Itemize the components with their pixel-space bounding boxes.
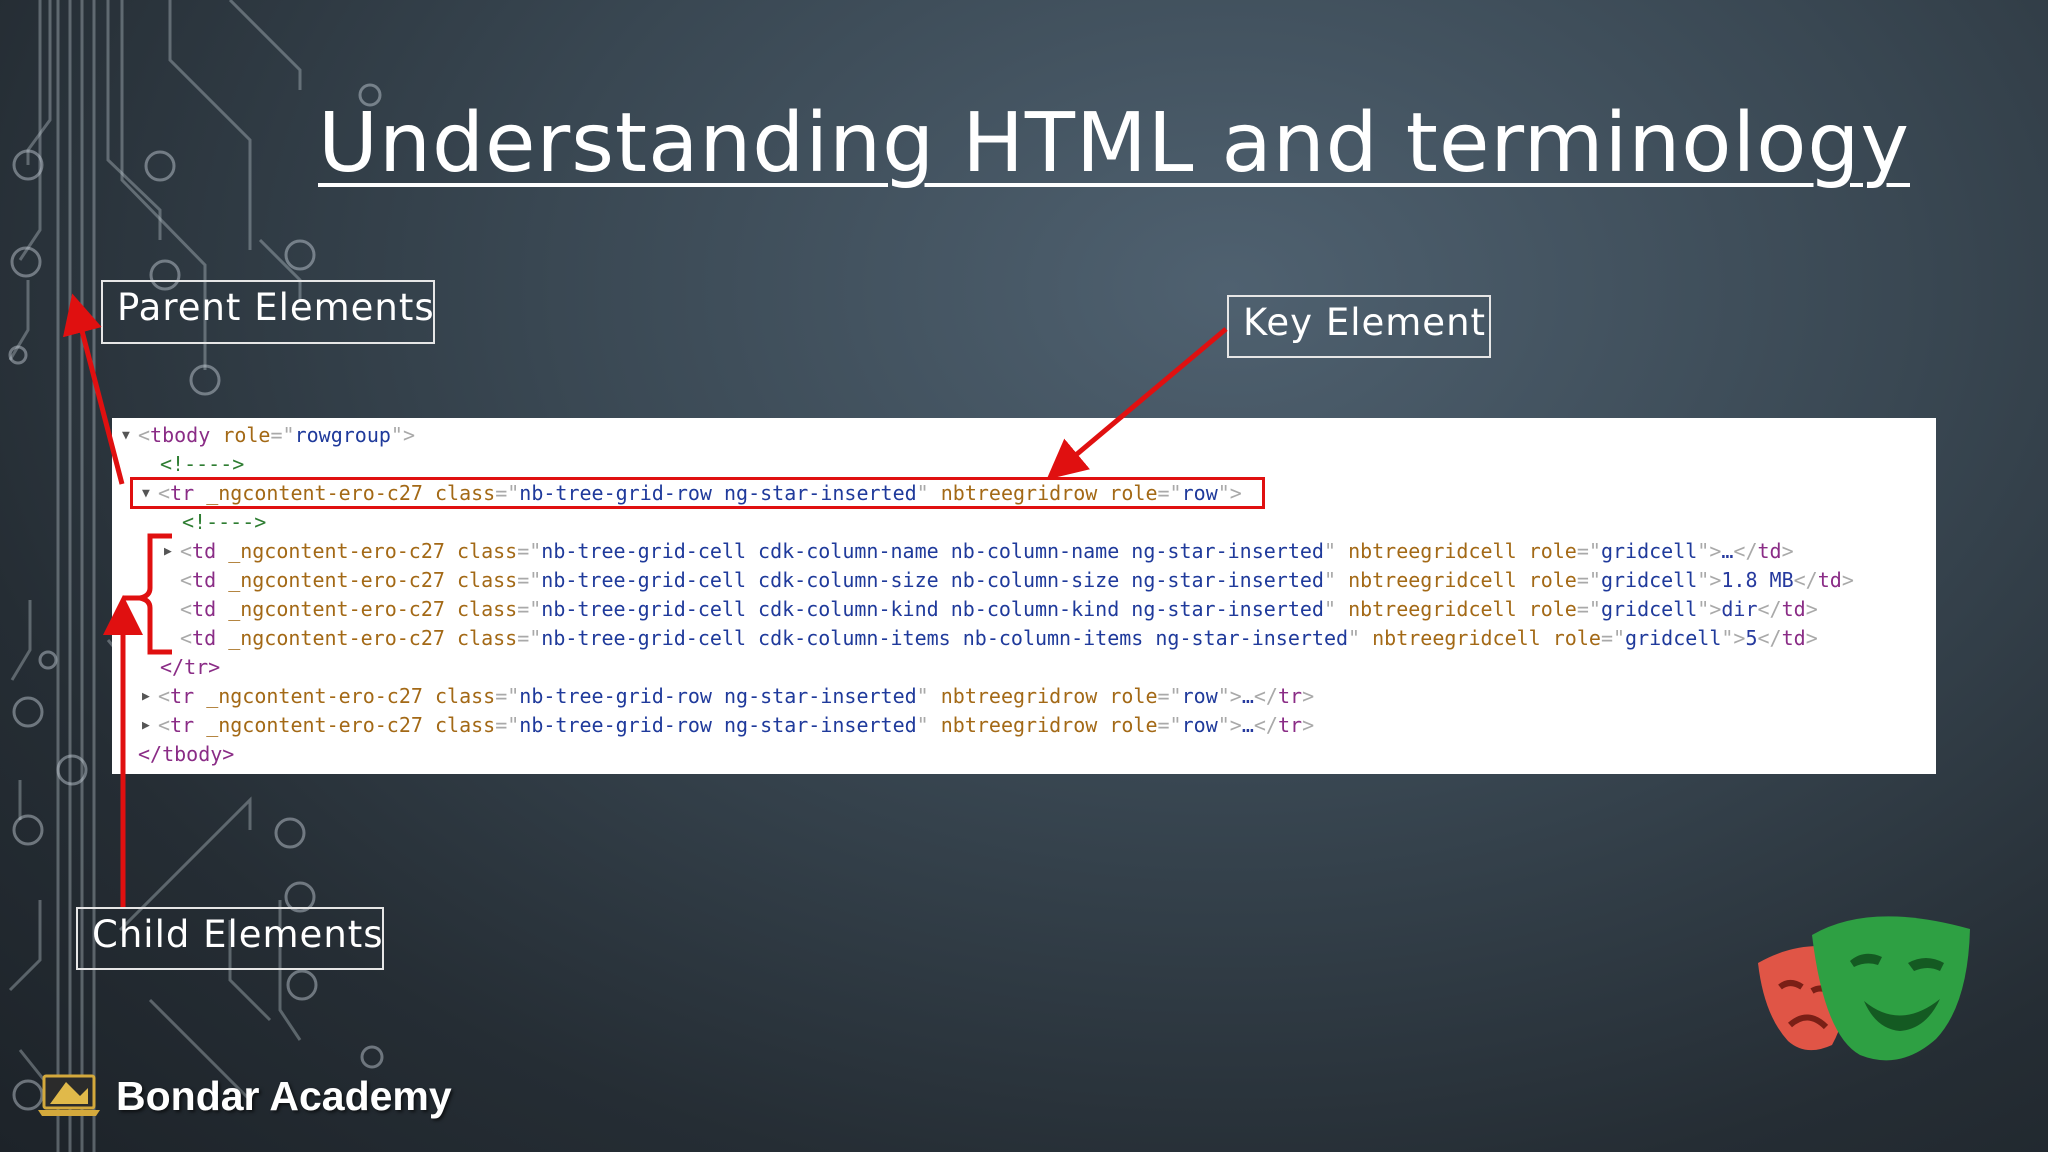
attr-name: nbtreegridcell (1372, 626, 1541, 650)
cell-content: 1.8 MB (1721, 568, 1794, 592)
attr-name: _ngcontent-ero-c27 (206, 684, 423, 708)
key-element-callout: Key Element (1227, 295, 1491, 358)
parent-elements-callout: Parent Elements (101, 280, 435, 344)
code-line-comment: <!----> (182, 510, 267, 534)
attr-name: nbtreegridcell (1348, 539, 1517, 563)
child-elements-callout: Child Elements (76, 907, 384, 970)
code-line-tr-collapsed: ▶ <tr _ngcontent-ero-c27 class="nb-tree-g… (142, 682, 1314, 711)
slide-title: Understanding HTML and terminology (318, 96, 1910, 191)
brand-logo: Bondar Academy (36, 1068, 452, 1124)
attr-value: nb-tree-grid-cell cdk-column-size nb-col… (541, 568, 1324, 592)
cell-content: dir (1721, 597, 1758, 621)
attr-name: role (1109, 713, 1158, 737)
expand-triangle-icon[interactable]: ▼ (122, 421, 130, 450)
code-line-td-size: <td _ngcontent-ero-c27 class="nb-tree-gr… (180, 568, 1854, 592)
attr-name: _ngcontent-ero-c27 (228, 568, 445, 592)
attr-value: nb-tree-grid-cell cdk-column-kind nb-col… (541, 597, 1324, 621)
attr-name: class (434, 684, 496, 708)
tag-name: tbody (150, 423, 211, 447)
attr-name: class (456, 626, 518, 650)
code-line-tr-collapsed: ▶ <tr _ngcontent-ero-c27 class="nb-tree-g… (142, 711, 1314, 740)
attr-name: _ngcontent-ero-c27 (228, 597, 445, 621)
brand-name: Bondar Academy (116, 1072, 452, 1119)
attr-value: gridcell (1625, 626, 1722, 650)
attr-value: row (1181, 684, 1218, 708)
attr-name: _ngcontent-ero-c27 (206, 713, 423, 737)
attr-name: _ngcontent-ero-c27 (228, 626, 445, 650)
attr-name: class (456, 597, 518, 621)
attr-value: gridcell (1600, 568, 1698, 592)
code-line-tbody-open: ▼ <tbody role="rowgroup"> (122, 421, 415, 450)
green-mask-icon (1812, 916, 1970, 1061)
attr-name: class (456, 539, 518, 563)
theater-masks-logo-icon (1758, 916, 1970, 1061)
laptop-icon (38, 1074, 100, 1116)
attr-name: class (434, 713, 496, 737)
attr-name: role (1528, 539, 1577, 563)
attr-name: role (1528, 597, 1577, 621)
attr-name: class (456, 568, 518, 592)
attr-name: nbtreegridrow (940, 684, 1098, 708)
code-line-td-name: ▶ <td _ngcontent-ero-c27 class="nb-tree-g… (164, 537, 1794, 566)
row-content: … (1241, 684, 1254, 708)
attr-name: role (222, 423, 271, 447)
attr-value: rowgroup (294, 423, 391, 447)
key-element-highlight-box (130, 477, 1265, 509)
cell-content: … (1721, 539, 1734, 563)
collapse-triangle-icon[interactable]: ▶ (142, 682, 150, 711)
attr-value: nb-tree-grid-cell cdk-column-items nb-co… (541, 626, 1349, 650)
code-line-td-kind: <td _ngcontent-ero-c27 class="nb-tree-gr… (180, 597, 1818, 621)
row-content: … (1241, 713, 1254, 737)
attr-value: nb-tree-grid-cell cdk-column-name nb-col… (541, 539, 1324, 563)
attr-name: nbtreegridrow (940, 713, 1098, 737)
attr-value: gridcell (1600, 597, 1698, 621)
collapse-triangle-icon[interactable]: ▶ (142, 711, 150, 740)
code-line-td-items: <td _ngcontent-ero-c27 class="nb-tree-gr… (180, 626, 1818, 650)
attr-value: nb-tree-grid-row ng-star-inserted (519, 713, 917, 737)
attr-value: nb-tree-grid-row ng-star-inserted (519, 684, 917, 708)
code-line-tbody-close: </tbody> (138, 742, 235, 766)
cell-content: 5 (1745, 626, 1758, 650)
attr-value: gridcell (1600, 539, 1698, 563)
attr-name: role (1109, 684, 1158, 708)
code-line-tr-close: </tr> (160, 655, 221, 679)
collapse-triangle-icon[interactable]: ▶ (164, 537, 172, 566)
attr-name: _ngcontent-ero-c27 (228, 539, 445, 563)
attr-value: row (1181, 713, 1218, 737)
attr-name: role (1552, 626, 1601, 650)
code-line-comment: <!----> (160, 452, 245, 476)
attr-name: role (1528, 568, 1577, 592)
attr-name: nbtreegridcell (1348, 568, 1517, 592)
attr-name: nbtreegridcell (1348, 597, 1517, 621)
